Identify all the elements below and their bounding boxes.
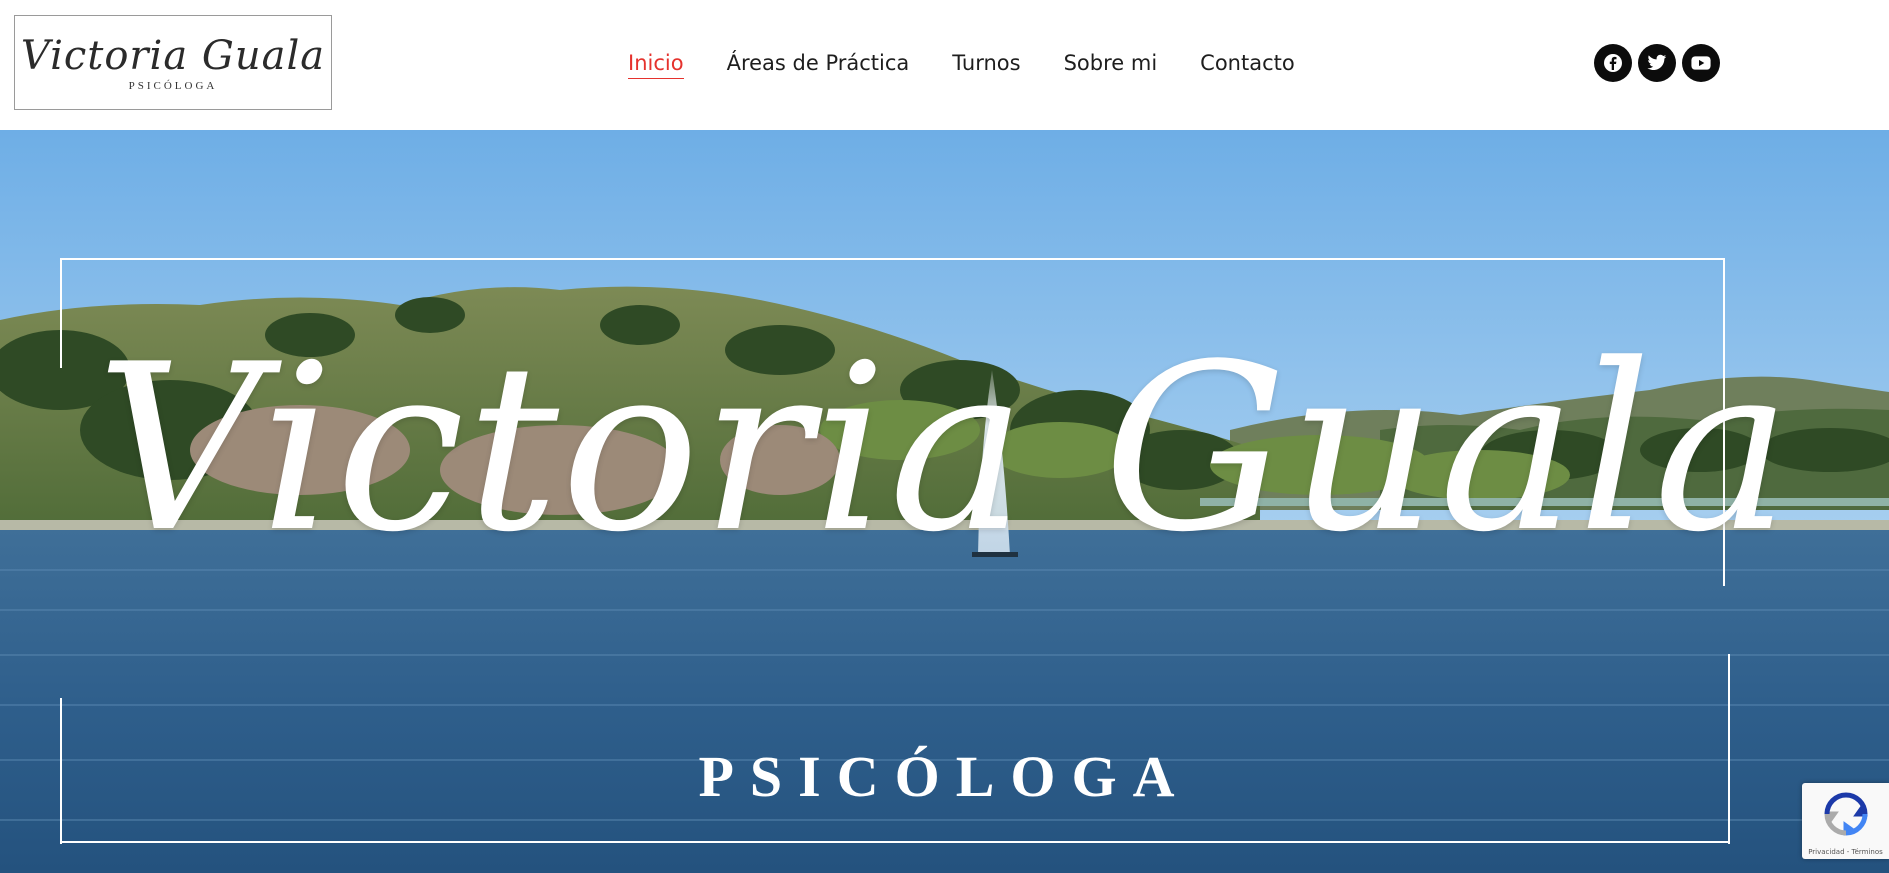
site-header: Victoria Guala PSICÓLOGA Inicio Áreas de… — [0, 0, 1889, 130]
twitter-icon — [1647, 54, 1667, 70]
page: Victoria Guala PSICÓLOGA Inicio Áreas de… — [0, 0, 1889, 873]
hero-frame-top — [60, 258, 1725, 260]
nav-item-contacto[interactable]: Contacto — [1200, 48, 1295, 79]
main-nav: Inicio Áreas de Práctica Turnos Sobre mi… — [628, 48, 1295, 79]
nav-item-areas-de-practica[interactable]: Áreas de Práctica — [727, 48, 910, 79]
logo-name: Victoria Guala — [20, 33, 326, 79]
twitter-link[interactable] — [1638, 44, 1676, 82]
recaptcha-icon — [1823, 792, 1868, 836]
nav-item-sobre-mi[interactable]: Sobre mi — [1064, 48, 1158, 79]
nav-item-turnos[interactable]: Turnos — [952, 48, 1020, 79]
social-links — [1594, 44, 1720, 82]
hero-title: Victoria Guala — [96, 316, 1793, 583]
nav-item-inicio[interactable]: Inicio — [628, 48, 684, 79]
site-logo[interactable]: Victoria Guala PSICÓLOGA — [14, 15, 332, 110]
recaptcha-badge[interactable]: Privacidad - Términos — [1802, 783, 1889, 859]
facebook-icon — [1604, 54, 1622, 72]
hero-banner: Victoria Guala PSICÓLOGA — [0, 130, 1889, 873]
hero-frame-bottom — [60, 841, 1730, 843]
youtube-link[interactable] — [1682, 44, 1720, 82]
facebook-link[interactable] — [1594, 44, 1632, 82]
youtube-icon — [1691, 56, 1711, 70]
hero-subtitle: PSICÓLOGA — [698, 744, 1191, 809]
logo-subtitle: PSICÓLOGA — [128, 80, 218, 92]
recaptcha-terms[interactable]: Privacidad - Términos — [1802, 848, 1889, 856]
